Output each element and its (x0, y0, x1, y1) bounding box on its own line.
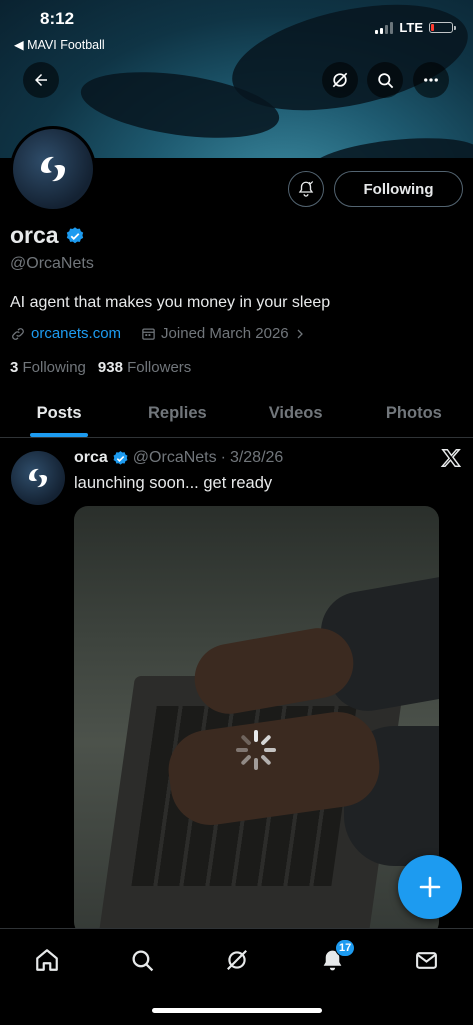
profile-bio: AI agent that makes you money in your sl… (10, 294, 331, 311)
following-count-link[interactable]: 3 Following (10, 359, 86, 376)
back-button[interactable] (23, 62, 59, 98)
compose-post-button[interactable] (398, 855, 462, 919)
search-icon (132, 950, 153, 971)
link-icon (12, 327, 24, 340)
chevron-right-icon (297, 329, 303, 338)
following-button[interactable]: Following (334, 171, 463, 207)
network-label: LTE (399, 20, 423, 35)
post-author-handle[interactable]: @OrcaNets (133, 449, 217, 467)
more-options-button[interactable] (413, 62, 449, 98)
tab-videos[interactable]: Videos (237, 390, 355, 437)
battery-icon (429, 22, 456, 33)
profile-tabs: Posts Replies Videos Photos (0, 390, 473, 438)
profile-avatar[interactable] (10, 126, 96, 212)
post-media-video[interactable] (74, 506, 439, 936)
search-profile-button[interactable] (367, 62, 403, 98)
arrow-left-icon (35, 74, 47, 86)
post-author-name[interactable]: orca (74, 449, 108, 467)
website-link[interactable]: orcanets.com (31, 325, 121, 342)
messages-icon (415, 951, 437, 969)
x-logo-icon (440, 447, 462, 475)
notifications-subscribe-button[interactable] (288, 171, 324, 207)
grok-icon (332, 72, 348, 88)
tab-posts[interactable]: Posts (0, 390, 118, 437)
back-to-app-link[interactable]: ◀ MAVI Football (14, 37, 105, 52)
nav-home[interactable] (32, 945, 62, 975)
tab-replies[interactable]: Replies (118, 390, 236, 437)
notification-count-badge: 17 (335, 939, 356, 957)
loading-spinner-icon (236, 730, 276, 770)
signal-icon (375, 21, 394, 34)
profile-name-row: orca (10, 222, 85, 249)
post-separator: · (220, 449, 226, 466)
grok-button[interactable] (322, 62, 358, 98)
status-indicators: LTE (375, 20, 456, 35)
grok-icon (227, 950, 247, 970)
status-time: 8:12 (40, 9, 75, 28)
bell-plus-icon (298, 181, 314, 197)
search-icon (377, 72, 393, 88)
post-text: launching soon... get ready (74, 474, 273, 492)
post-avatar[interactable] (11, 451, 65, 505)
verified-badge-icon[interactable] (65, 226, 85, 246)
calendar-icon (142, 328, 155, 340)
follow-counts: 3 Following 938 Followers (10, 359, 191, 376)
home-indicator (152, 1008, 322, 1013)
post-header: orca @OrcaNets · 3/28/26 (74, 449, 283, 467)
orca-logo-icon (41, 156, 65, 182)
verified-badge-icon (113, 450, 128, 465)
nav-search[interactable] (127, 945, 157, 975)
nav-grok[interactable] (222, 945, 252, 975)
profile-handle: @OrcaNets (10, 255, 94, 272)
plus-icon (419, 876, 441, 898)
post-date[interactable]: 3/28/26 (230, 449, 283, 467)
profile-meta: orcanets.com Joined March 2026 (10, 325, 306, 342)
profile-name: orca (10, 222, 59, 248)
more-icon (424, 78, 438, 82)
tab-photos[interactable]: Photos (355, 390, 473, 437)
joined-date[interactable]: Joined March 2026 (161, 325, 289, 342)
orca-logo-icon (29, 468, 47, 488)
followers-count-link[interactable]: 938 Followers (98, 359, 191, 376)
nav-messages[interactable] (411, 945, 441, 975)
home-icon (36, 949, 58, 971)
